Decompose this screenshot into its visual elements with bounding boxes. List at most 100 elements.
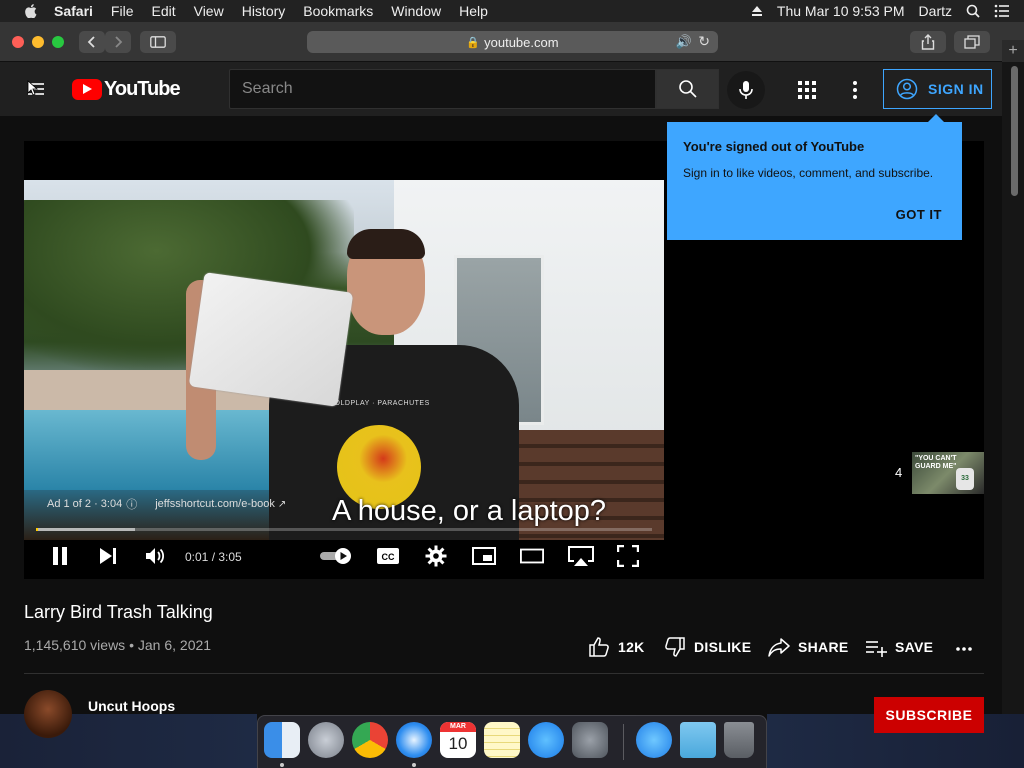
forward-button[interactable] (105, 31, 131, 53)
trash-icon[interactable] (724, 722, 754, 758)
scrollbar-thumb[interactable] (1011, 66, 1018, 196)
lock-icon: 🔒 (466, 36, 481, 49)
menu-app-safari[interactable]: Safari (54, 3, 93, 19)
settings-button[interactable] (424, 544, 448, 568)
app-store-downloads-icon[interactable] (636, 722, 672, 758)
notes-icon[interactable] (484, 722, 520, 758)
control-center-icon[interactable] (994, 4, 1010, 18)
mute-button[interactable] (143, 544, 167, 568)
launchpad-icon[interactable] (308, 722, 344, 758)
back-button[interactable] (79, 31, 105, 53)
menubar-clock[interactable]: Thu Mar 10 9:53 PM (777, 3, 905, 19)
share-button[interactable]: SHARE (768, 636, 849, 658)
guide-menu-icon[interactable] (26, 79, 46, 99)
thumbs-down-icon (665, 637, 685, 657)
settings-menu-icon[interactable] (844, 79, 866, 101)
menu-view[interactable]: View (194, 3, 224, 19)
more-actions-button[interactable] (955, 636, 981, 658)
menu-bookmarks[interactable]: Bookmarks (303, 3, 373, 19)
like-button[interactable]: 12K (588, 636, 645, 658)
close-window-button[interactable] (12, 36, 24, 48)
channel-name[interactable]: Uncut Hoops (88, 698, 175, 714)
progress-bar[interactable] (36, 528, 652, 531)
new-tab-button[interactable]: + (1002, 40, 1024, 62)
autoplay-toggle[interactable] (319, 544, 355, 568)
got-it-button[interactable]: GOT IT (896, 207, 942, 222)
calendar-month: MAR (440, 722, 476, 732)
chevron-right-icon (115, 36, 123, 48)
progress-played (36, 528, 38, 531)
share-icon (921, 34, 935, 50)
search-button[interactable] (656, 69, 719, 109)
stats-separator: • (129, 637, 138, 653)
video-title: Larry Bird Trash Talking (24, 602, 213, 622)
youtube-header: YouTube Search SIGN IN (0, 62, 1024, 116)
system-preferences-icon[interactable] (572, 722, 608, 758)
audio-playing-icon[interactable]: 🔊 (676, 34, 692, 50)
upload-date: Jan 6, 2021 (137, 637, 212, 653)
calendar-icon[interactable]: MAR 10 (440, 722, 476, 758)
chrome-icon[interactable] (352, 722, 388, 758)
miniplayer-button[interactable] (472, 544, 496, 568)
dislike-button[interactable]: DISLIKE (664, 636, 751, 658)
menu-window[interactable]: Window (391, 3, 441, 19)
thumbnail-jersey-number: 33 (956, 468, 974, 490)
downloads-folder-icon[interactable] (680, 722, 716, 758)
pause-button[interactable] (48, 544, 72, 568)
reload-icon[interactable]: ↻ (698, 33, 710, 50)
youtube-wordmark: YouTube (104, 78, 181, 100)
menubar-user[interactable]: Dartz (919, 3, 952, 19)
macos-menubar: Safari File Edit View History Bookmarks … (0, 0, 1024, 22)
sign-in-label: SIGN IN (928, 81, 984, 97)
menu-help[interactable]: Help (459, 3, 488, 19)
share-page-button[interactable] (910, 31, 946, 53)
finder-icon[interactable] (264, 722, 300, 758)
dislike-label: DISLIKE (694, 639, 752, 655)
skip-next-icon (100, 548, 116, 564)
eject-icon[interactable] (751, 5, 763, 17)
app-store-icon[interactable] (528, 722, 564, 758)
fullscreen-button[interactable] (616, 544, 640, 568)
sidebar-icon (150, 36, 166, 48)
tabs-icon (964, 35, 980, 49)
minimize-window-button[interactable] (32, 36, 44, 48)
page-scrollbar[interactable] (1002, 62, 1024, 714)
video-frame[interactable]: COLDPLAY · PARACHUTES (24, 180, 664, 540)
view-count: 1,145,610 views (24, 637, 126, 653)
svg-text:CC: CC (382, 552, 395, 562)
voice-search-button[interactable] (727, 71, 765, 109)
menu-history[interactable]: History (242, 3, 286, 19)
apps-grid-icon[interactable] (796, 79, 818, 101)
airplay-button[interactable] (567, 544, 595, 568)
safari-icon[interactable] (396, 722, 432, 758)
signed-out-tooltip: You're signed out of YouTube Sign in to … (667, 114, 962, 240)
menu-edit[interactable]: Edit (151, 3, 175, 19)
shirt-print-text: COLDPLAY · PARACHUTES (329, 400, 430, 407)
sign-in-button[interactable]: SIGN IN (883, 69, 992, 109)
autoplay-icon (320, 548, 351, 564)
menu-file[interactable]: File (111, 3, 134, 19)
captions-button[interactable]: CC (376, 544, 400, 568)
ad-queue-count: 4 (895, 465, 903, 480)
channel-avatar[interactable] (24, 690, 72, 738)
up-next-thumbnail[interactable]: "YOU CAN'T GUARD ME" 33 (912, 452, 984, 494)
tab-overview-button[interactable] (954, 31, 990, 53)
theater-mode-button[interactable] (520, 544, 544, 568)
save-button[interactable]: SAVE (865, 636, 933, 658)
apple-menu-icon[interactable] (20, 4, 42, 18)
youtube-logo[interactable]: YouTube (72, 78, 181, 101)
calendar-day: 10 (448, 734, 468, 753)
gear-icon (425, 545, 447, 567)
microphone-icon (739, 81, 753, 99)
caption-text: A house, or a laptop? (331, 495, 607, 527)
video-scene-laptop (188, 272, 354, 407)
spotlight-search-icon[interactable] (966, 4, 980, 18)
closed-captions-icon: CC (377, 548, 399, 564)
playlist-add-icon (866, 641, 887, 657)
address-bar[interactable]: 🔒 youtube.com 🔊 ↻ (307, 31, 718, 53)
zoom-window-button[interactable] (52, 36, 64, 48)
subscribe-button[interactable]: SUBSCRIBE (874, 697, 984, 733)
sidebar-toggle-button[interactable] (140, 31, 176, 53)
search-input[interactable]: Search (229, 69, 656, 109)
next-button[interactable] (96, 544, 120, 568)
